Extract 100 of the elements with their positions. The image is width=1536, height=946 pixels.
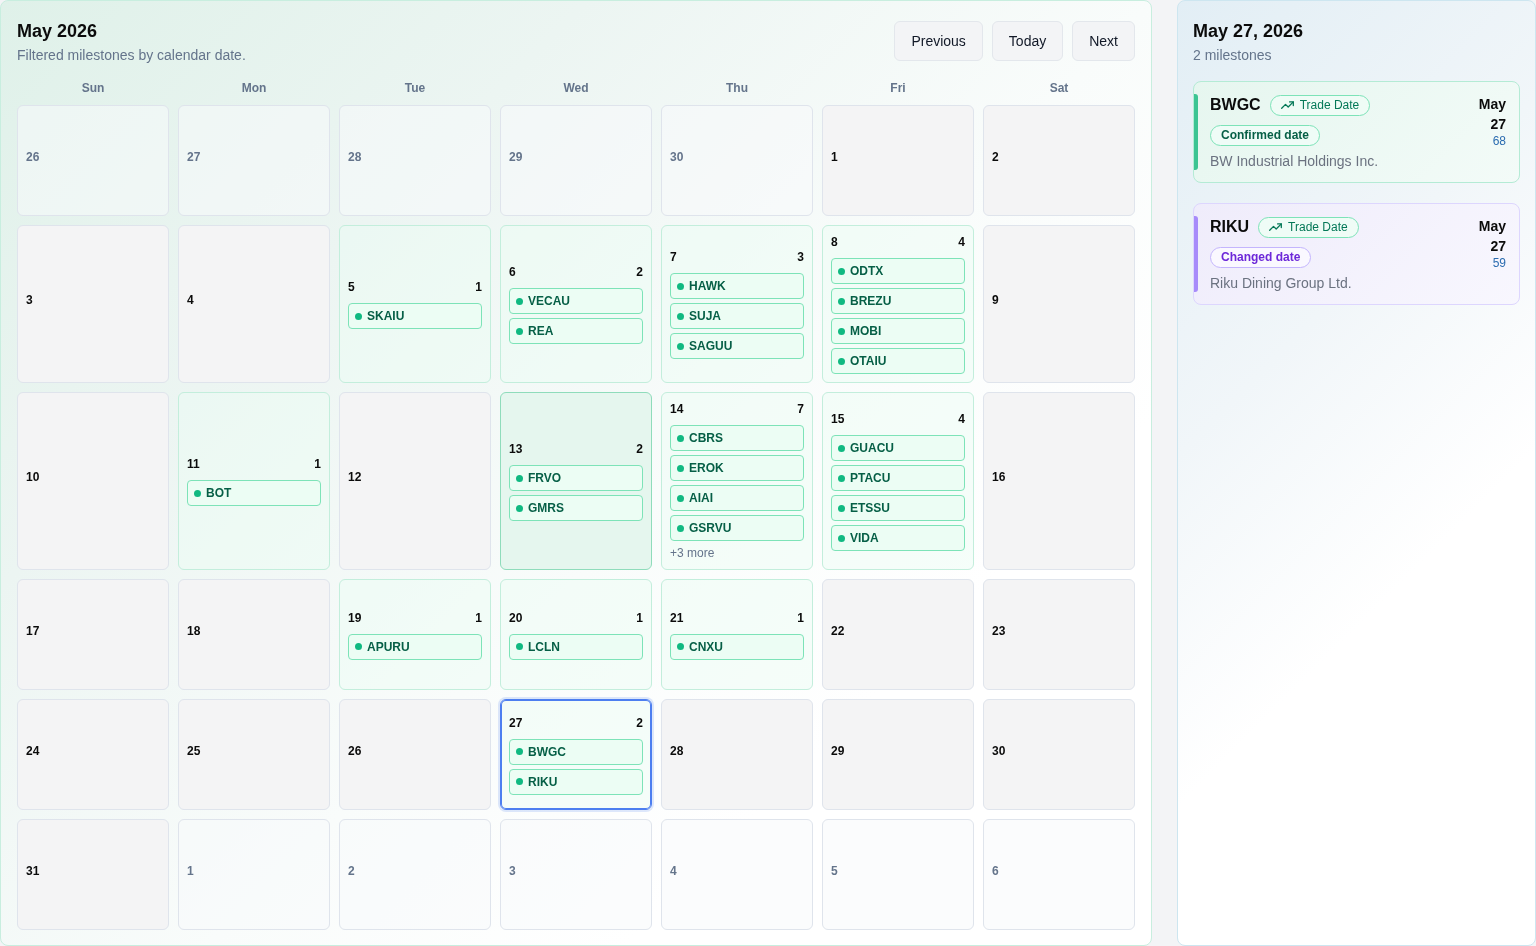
day-cell[interactable]: 22 [822,579,974,690]
milestone-count: 4 [958,411,965,427]
day-cell[interactable]: 13 2 FRVO GMRS [500,392,652,570]
milestone-chip[interactable]: AIAI [670,485,804,511]
day-number: 27 [187,148,201,165]
day-cell[interactable]: 19 1 APURU [339,579,491,690]
day-cell[interactable]: 23 [983,579,1135,690]
day-cell[interactable]: 21 1 CNXU [661,579,813,690]
day-cell[interactable]: 30 [661,105,813,216]
day-cell[interactable]: 10 [17,392,169,570]
day-cell[interactable]: 6 [983,819,1135,930]
day-cell[interactable]: 8 4 ODTX BREZU MOBI OTAIU [822,225,974,383]
day-cell[interactable]: 4 [178,225,330,383]
day-cell[interactable]: 16 [983,392,1135,570]
status-tag: Changed date [1210,247,1312,268]
status-tag: Confirmed date [1210,125,1320,146]
day-cell[interactable]: 18 [178,579,330,690]
milestone-chip[interactable]: VECAU [509,288,643,314]
day-cell[interactable]: 27 [178,105,330,216]
day-cell[interactable]: 27 2 BWGC RIKU [500,699,652,810]
day-cell[interactable]: 12 [339,392,491,570]
day-cell[interactable]: 3 [17,225,169,383]
day-cell[interactable]: 30 [983,699,1135,810]
milestone-chip[interactable]: APURU [348,633,482,660]
day-number: 11 [187,456,200,472]
milestone-chip[interactable]: ODTX [831,258,965,284]
milestone-count: 1 [797,609,804,626]
day-cell[interactable]: 3 [500,819,652,930]
day-cell[interactable]: 31 [17,819,169,930]
milestone-chip[interactable]: ETSSU [831,495,965,521]
day-number: 19 [348,609,362,626]
day-cell[interactable]: 14 7 CBRS EROK AIAI GSRVU +3 more [661,392,813,570]
day-cell[interactable]: 9 [983,225,1135,383]
milestone-chip[interactable]: PTACU [831,465,965,491]
day-number: 10 [26,469,40,485]
day-number: 6 [992,862,999,879]
day-cell[interactable]: 5 [822,819,974,930]
day-number: 15 [831,411,845,427]
dot-icon [677,494,684,502]
milestone-count: 1 [636,609,643,626]
next-button[interactable]: Next [1072,21,1135,61]
day-number: 7 [670,249,677,265]
day-number: 30 [670,148,684,165]
date-day: 27 [1490,114,1506,134]
milestone-chip[interactable]: SKAIU [348,303,482,329]
dot-icon [355,643,362,650]
calendar-subtitle: Filtered milestones by calendar date. [17,46,246,64]
milestone-chip[interactable]: OTAIU [831,348,965,374]
day-cell[interactable]: 24 [17,699,169,810]
day-cell[interactable]: 4 [661,819,813,930]
day-cell[interactable]: 2 [983,105,1135,216]
day-cell[interactable]: 7 3 HAWK SUJA SAGUU [661,225,813,383]
day-number: 1 [831,148,838,165]
milestone-chip[interactable]: CBRS [670,425,804,451]
today-button[interactable]: Today [991,21,1064,61]
day-cell[interactable]: 26 [339,699,491,810]
day-cell[interactable]: 1 [822,105,974,216]
dot-icon [516,643,523,650]
milestone-chip[interactable]: GMRS [509,495,643,521]
day-cell[interactable]: 6 2 VECAU REA [500,225,652,383]
day-cell[interactable]: 11 1 BOT [178,392,330,570]
day-number: 16 [992,469,1006,485]
milestone-chip[interactable]: LCLN [509,633,643,660]
milestone-chip[interactable]: SAGUU [670,333,804,359]
weekday-label: Tue [403,80,427,96]
milestone-chip[interactable]: RIKU [509,768,643,795]
dot-icon [516,297,523,305]
milestone-chip[interactable]: BREZU [831,288,965,314]
day-cell[interactable]: 1 [178,819,330,930]
day-number: 28 [348,148,362,165]
milestone-chip[interactable]: GUACU [831,435,965,461]
milestone-chip[interactable]: GSRVU [670,515,804,541]
milestone-chip[interactable]: SUJA [670,303,804,329]
day-cell[interactable]: 28 [661,699,813,810]
day-cell[interactable]: 20 1 LCLN [500,579,652,690]
milestone-chip[interactable]: EROK [670,455,804,481]
dot-icon [838,444,845,452]
milestone-chip[interactable]: FRVO [509,465,643,491]
day-cell[interactable]: 29 [500,105,652,216]
milestone-chip[interactable]: BOT [187,480,321,506]
dot-icon [677,342,684,350]
day-cell[interactable]: 17 [17,579,169,690]
weekday-label: Sun [80,80,106,96]
milestone-chip[interactable]: VIDA [831,525,965,551]
milestone-chip[interactable]: BWGC [509,738,643,765]
day-cell[interactable]: 28 [339,105,491,216]
milestone-chip[interactable]: HAWK [670,273,804,299]
day-cell[interactable]: 2 [339,819,491,930]
day-cell[interactable]: 15 4 GUACU PTACU ETSSU VIDA [822,392,974,570]
day-cell[interactable]: 5 1 SKAIU [339,225,491,383]
day-cell[interactable]: 25 [178,699,330,810]
milestone-chip[interactable]: CNXU [670,633,804,660]
previous-button[interactable]: Previous [894,21,983,61]
day-cell[interactable]: 26 [17,105,169,216]
weekday-label: Thu [725,80,749,96]
milestone-chip[interactable]: MOBI [831,318,965,344]
date-month: May [1478,95,1506,114]
day-cell[interactable]: 29 [822,699,974,810]
milestone-chip[interactable]: REA [509,318,643,344]
day-number: 24 [26,742,40,759]
